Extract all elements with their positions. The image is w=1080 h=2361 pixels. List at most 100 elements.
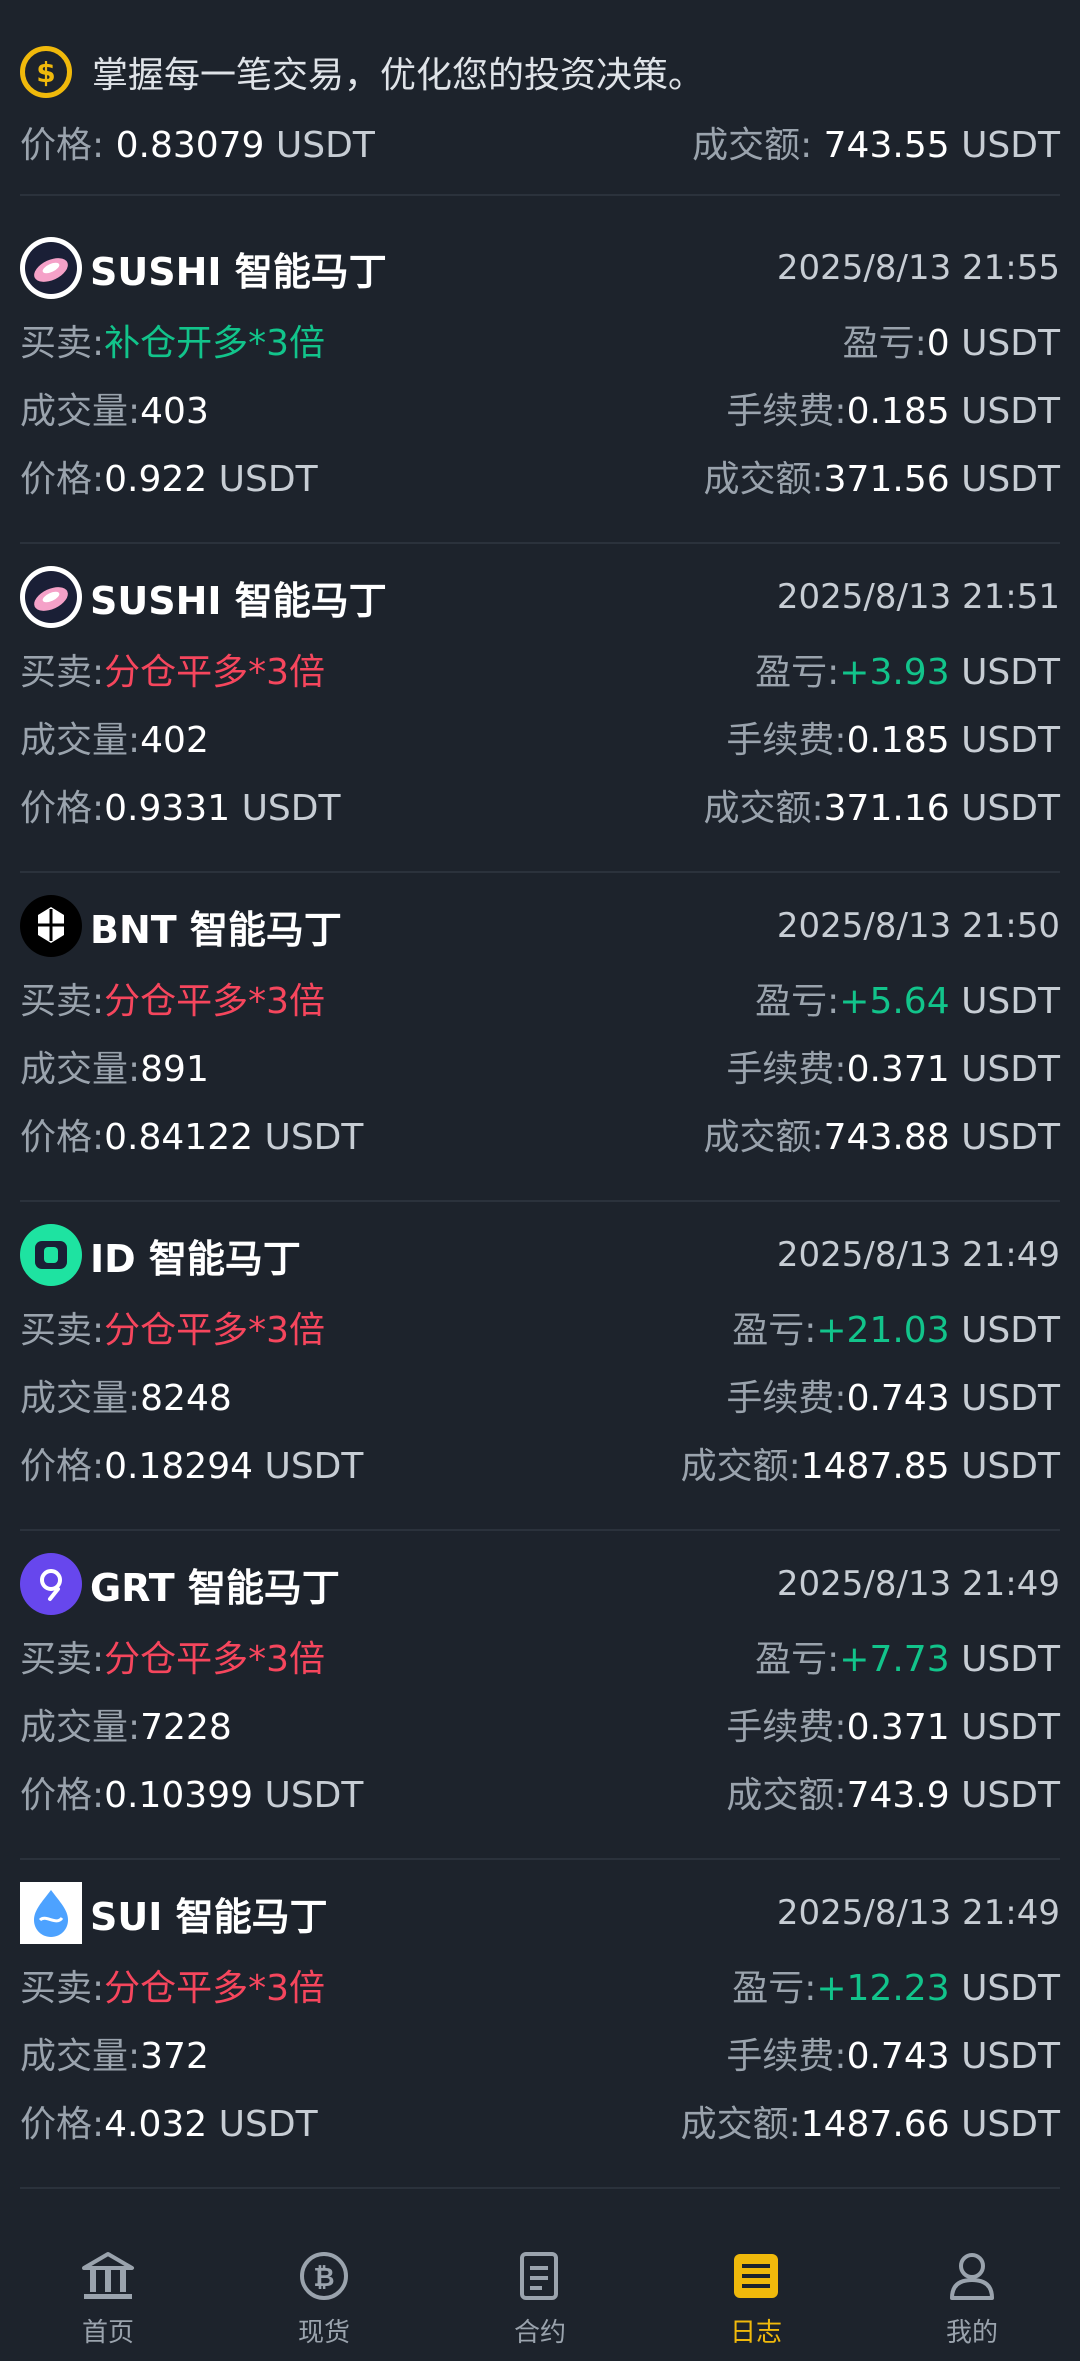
price-unit: USDT — [264, 1117, 364, 1158]
pnl-label: 盈亏: — [732, 1968, 817, 2009]
pnl-label: 盈亏: — [842, 323, 927, 364]
fee-label: 手续费: — [726, 1049, 847, 1090]
price-amount-row: 价格:0.9331 USDT 成交额:371.16 USDT — [20, 771, 1060, 839]
volume-field: 成交量:372 — [20, 2027, 209, 2079]
fee-field: 手续费:0.185 USDT — [726, 382, 1060, 434]
price-amount-row: 价格:0.18294 USDT 成交额:1487.85 USDT — [20, 1429, 1060, 1497]
side-field: 买卖:分仓平多*3倍 — [20, 1959, 325, 2011]
price-amount-row: 价格:0.10399 USDT 成交额:743.9 USDT — [20, 1758, 1060, 1826]
pnl-value: +5.64 — [839, 981, 950, 1022]
strategy-name: SUI 智能马丁 — [90, 1894, 328, 1939]
contract-icon — [520, 2252, 558, 2300]
trade-record[interactable]: ID 智能马丁 2025/8/13 21:49 买卖:分仓平多*3倍 盈亏:+21.0… — [20, 1201, 1060, 1531]
pnl-value: +7.73 — [839, 1639, 950, 1680]
price-field: 价格: 0.83079 USDT — [20, 116, 375, 168]
strategy-name: ID 智能马丁 — [90, 1236, 301, 1281]
fee-value: 0.743 — [846, 1378, 950, 1419]
nav-item-contract[interactable]: 合约 — [432, 2220, 648, 2349]
price-field: 价格:0.922 USDT — [20, 450, 318, 502]
amount-unit: USDT — [961, 1446, 1060, 1487]
pnl-label: 盈亏: — [755, 1639, 840, 1680]
side-field: 买卖:分仓平多*3倍 — [20, 972, 325, 1024]
volume-label: 成交量: — [20, 720, 141, 761]
volume-field: 成交量:402 — [20, 711, 209, 763]
volume-label: 成交量: — [20, 391, 141, 432]
record-header: SUSHI 智能马丁 2025/8/13 21:55 — [20, 230, 1060, 306]
amount-field: 成交额:371.16 USDT — [704, 779, 1060, 831]
volume-label: 成交量: — [20, 2036, 141, 2077]
tip-text: 掌握每一笔交易，优化您的投资决策。 — [92, 55, 705, 96]
record-title: SUSHI 智能马丁 — [20, 566, 387, 628]
side-pnl-row: 买卖:分仓平多*3倍 盈亏:+12.23 USDT — [20, 1951, 1060, 2019]
price-field: 价格:0.18294 USDT — [20, 1437, 363, 1489]
price-value: 0.10399 — [104, 1775, 254, 1816]
price-value: 4.032 — [104, 2104, 208, 2145]
price-value: 0.83079 — [115, 125, 265, 166]
amount-unit: USDT — [961, 2104, 1060, 2145]
price-amount-row: 价格: 0.83079 USDT 成交额: 743.55 USDT — [20, 108, 1060, 176]
bottom-nav: 首页 ₿ 现货 合约 日志 我的 — [0, 2220, 1080, 2361]
price-unit: USDT — [264, 1446, 364, 1487]
volume-value: 372 — [140, 2036, 209, 2077]
price-unit: USDT — [218, 2104, 318, 2145]
volume-fee-row: 成交量:402 手续费:0.185 USDT — [20, 703, 1060, 771]
trade-record[interactable]: SUSHI 智能马丁 2025/8/13 21:51 买卖:分仓平多*3倍 盈亏:+3… — [20, 543, 1060, 873]
nav-item-mine[interactable]: 我的 — [864, 2220, 1080, 2349]
trade-record[interactable]: SUI 智能马丁 2025/8/13 21:49 买卖:分仓平多*3倍 盈亏:+12.… — [20, 1859, 1060, 2189]
side-field: 买卖:分仓平多*3倍 — [20, 1301, 325, 1353]
record-title: ID 智能马丁 — [20, 1224, 301, 1286]
record-title: BNT 智能马丁 — [20, 895, 342, 957]
nav-item-home[interactable]: 首页 — [0, 2220, 216, 2349]
price-field: 价格:0.9331 USDT — [20, 779, 340, 831]
nav-item-spot[interactable]: ₿ 现货 — [216, 2220, 432, 2349]
trade-record[interactable]: GRT 智能马丁 2025/8/13 21:49 买卖:分仓平多*3倍 盈亏:+7.7… — [20, 1530, 1060, 1860]
fee-label: 手续费: — [726, 2036, 847, 2077]
strategy-name: SUSHI 智能马丁 — [90, 249, 387, 294]
price-field: 价格:0.10399 USDT — [20, 1766, 363, 1818]
price-label: 价格: — [20, 2104, 105, 2145]
tip-banner: $ 掌握每一笔交易，优化您的投资决策。 — [20, 36, 1060, 108]
trade-record[interactable]: SUSHI 智能马丁 2025/8/13 21:55 买卖:补仓开多*3倍 盈亏:0 … — [20, 214, 1060, 544]
nav-label-spot: 现货 — [297, 2318, 350, 2348]
amount-value: 371.16 — [823, 788, 950, 829]
fee-unit: USDT — [961, 720, 1060, 761]
side-value: 分仓平多*3倍 — [104, 1639, 326, 1680]
amount-value: 1487.85 — [800, 1446, 950, 1487]
amount-label: 成交额: — [703, 788, 824, 829]
price-label: 价格: — [20, 1446, 105, 1487]
volume-value: 8248 — [140, 1378, 232, 1419]
price-label: 价格: — [20, 1775, 105, 1816]
price-value: 0.84122 — [104, 1117, 254, 1158]
volume-value: 403 — [140, 391, 209, 432]
record-time: 2025/8/13 21:50 — [776, 906, 1060, 946]
record-title: SUSHI 智能马丁 — [20, 237, 387, 299]
side-label: 买卖: — [20, 1310, 105, 1351]
amount-value: 1487.66 — [800, 2104, 950, 2145]
pnl-label: 盈亏: — [732, 1310, 817, 1351]
amount-field: 成交额:371.56 USDT — [704, 450, 1060, 502]
price-label: 价格: — [20, 1117, 105, 1158]
price-value: 0.922 — [104, 459, 208, 500]
nav-label-mine: 我的 — [945, 2318, 998, 2348]
price-value: 0.9331 — [104, 788, 231, 829]
volume-fee-row: 成交量:372 手续费:0.743 USDT — [20, 2019, 1060, 2087]
side-pnl-row: 买卖:补仓开多*3倍 盈亏:0 USDT — [20, 306, 1060, 374]
volume-fee-row: 成交量:8248 手续费:0.743 USDT — [20, 1361, 1060, 1429]
fee-field: 手续费:0.371 USDT — [726, 1040, 1060, 1092]
pnl-unit: USDT — [961, 1968, 1060, 2009]
amount-unit: USDT — [961, 788, 1060, 829]
side-pnl-row: 买卖:分仓平多*3倍 盈亏:+21.03 USDT — [20, 1293, 1060, 1361]
fee-unit: USDT — [961, 391, 1060, 432]
trade-record[interactable]: BNT 智能马丁 2025/8/13 21:50 买卖:分仓平多*3倍 盈亏:+5.6… — [20, 872, 1060, 1202]
amount-label: 成交额: — [692, 125, 813, 166]
side-label: 买卖: — [20, 323, 105, 364]
sushi-logo-icon — [20, 566, 82, 628]
side-value: 分仓平多*3倍 — [104, 981, 326, 1022]
side-field: 买卖:分仓平多*3倍 — [20, 1630, 325, 1682]
fee-field: 手续费:0.185 USDT — [726, 711, 1060, 763]
amount-unit: USDT — [961, 459, 1060, 500]
pnl-value: +21.03 — [816, 1310, 950, 1351]
amount-value: 371.56 — [823, 459, 950, 500]
nav-item-log[interactable]: 日志 — [648, 2220, 864, 2349]
price-unit: USDT — [264, 1775, 364, 1816]
